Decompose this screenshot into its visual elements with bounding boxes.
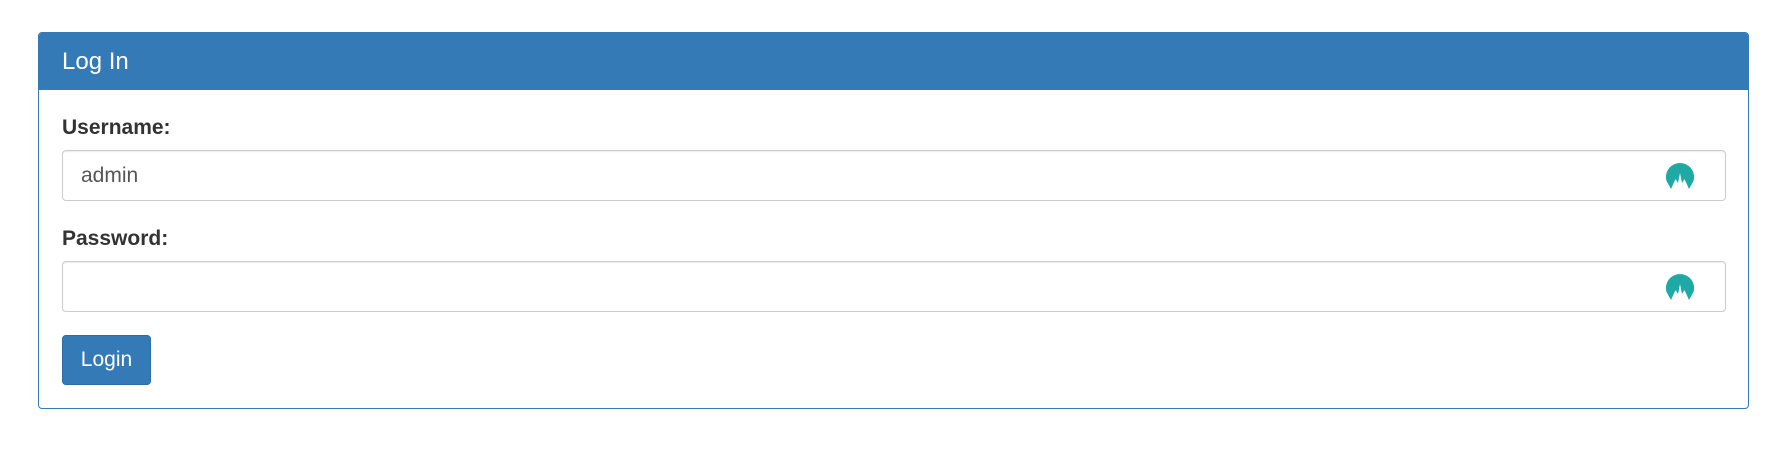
login-button[interactable]: Login (62, 335, 151, 385)
password-manager-icon[interactable] (1665, 273, 1695, 301)
password-field-wrapper (62, 261, 1726, 312)
username-input[interactable] (63, 151, 1663, 200)
login-panel: Log In Username: Password: Login (38, 32, 1749, 409)
password-label: Password: (62, 227, 169, 250)
username-field-wrapper (62, 150, 1726, 201)
password-manager-icon[interactable] (1665, 162, 1695, 190)
panel-title: Log In (39, 33, 1748, 90)
username-label: Username: (62, 116, 171, 139)
password-input[interactable] (63, 262, 1663, 311)
